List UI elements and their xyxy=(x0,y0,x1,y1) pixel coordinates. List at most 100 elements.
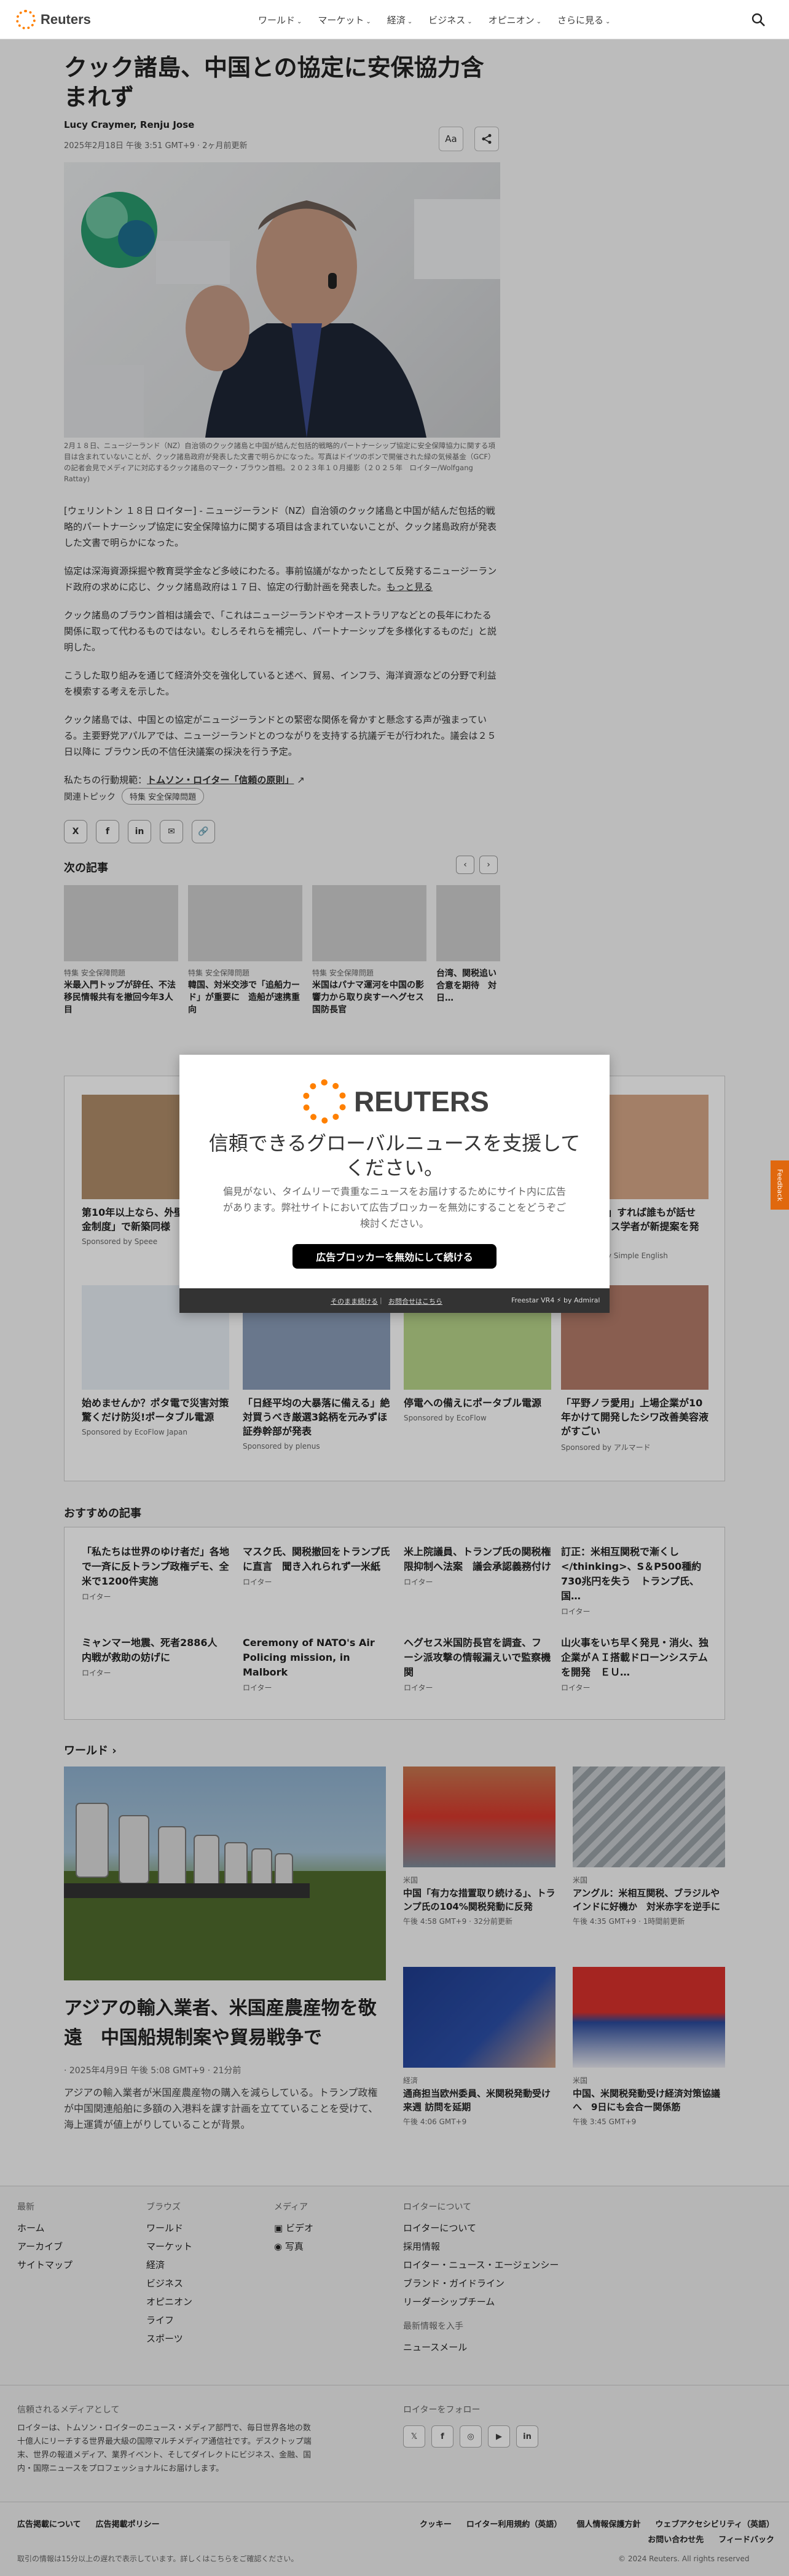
world-lead-title[interactable]: アジアの輸入業者、米国産農産物を敬遠 中国船規制案や貿易戦争で xyxy=(64,1994,386,2053)
recommended-list: 「私たちは世界のゆけ者だ」各地で一斉に反トランプ政権デモ、全米で1200件実施ロ… xyxy=(64,1527,725,1720)
chevron-right-icon: › xyxy=(112,1744,117,1757)
x-share-icon[interactable]: X xyxy=(64,820,87,843)
share-icon xyxy=(482,134,492,144)
next-card[interactable]: 台湾、関税追い合意を期待 対日… xyxy=(436,885,500,1004)
feedback-tab[interactable]: Feedback xyxy=(771,1160,789,1210)
prev-arrow-icon[interactable]: ‹ xyxy=(456,856,474,874)
social-icons: 𝕏 f ◎ ▶ in xyxy=(403,2425,538,2448)
email-share-icon[interactable]: ✉ xyxy=(160,820,183,843)
world-card[interactable]: 米国 中国、米関税発動受け経済対策協議へ 9日にも会合ー関係筋 午後 3:45 GM… xyxy=(573,1967,725,2127)
trusted-heading: 信頼されるメディアとして xyxy=(17,2405,120,2415)
recommended-item[interactable]: 訂正：米相互関税で漸くし</thinking>、S＆P500種約730兆円を失う… xyxy=(561,1545,709,1617)
related-topics: 関連トピック 特集 安全保障問題 xyxy=(64,788,205,805)
footer-ad-links: 広告掲載について 広告掲載ポリシー xyxy=(17,2520,160,2529)
chevron-down-icon: ⌄ xyxy=(297,18,302,25)
next-arrow-icon[interactable]: › xyxy=(479,856,498,874)
copyright: © 2024 Reuters. All rights reserved xyxy=(618,2554,750,2563)
reuters-logo-icon xyxy=(302,1079,347,1124)
world-lead-summary: アジアの輸入業者が米国産農産物の購入を減らしている。トランプ政権が中国関連船舶に… xyxy=(64,2087,379,2130)
hero-photo xyxy=(64,162,500,438)
planter-illustration xyxy=(64,1803,386,1980)
more-link[interactable]: もっと見る xyxy=(387,581,433,593)
footer-legal-links: クッキー ロイター利用規約（英語） 個人情報保護方針 ウェブアクセシビリティ（英… xyxy=(419,2520,774,2545)
footer-browse: ブラウズ ワールド マーケット 経済 ビジネス オピニオン ライフ スポーツ xyxy=(146,2202,193,2344)
reuters-logo[interactable]: Reuters xyxy=(16,10,91,30)
chevron-down-icon: ⌄ xyxy=(407,18,413,25)
recommended-item[interactable]: ミャンマー地震、死者2886人 内戦が救助の妨げに ロイター xyxy=(82,1636,229,1678)
next-card[interactable]: 特集 安全保障問題 米最入門トップが辞任、不法移民情報共有を撤回今年3人目 xyxy=(64,885,178,1016)
paragraph: [ウェリントン １８日 ロイター] - ニュージーランド（NZ）自治領のクック諸… xyxy=(64,505,497,548)
paragraph: 協定は深海資源採掘や教育奨学金など多岐にわたる。事前協議がなかったとして反発する… xyxy=(64,565,497,593)
copy-link-icon[interactable]: 🔗 xyxy=(192,820,215,843)
follow-heading: ロイターをフォロー xyxy=(403,2405,481,2415)
menu-opinion[interactable]: オピニオン ⌄ xyxy=(489,14,541,26)
linkedin-share-icon[interactable]: in xyxy=(128,820,151,843)
recommended-title: おすすめの記事 xyxy=(64,1507,141,1520)
font-size-button[interactable]: Aa xyxy=(439,127,463,151)
external-link-icon: ↗ xyxy=(297,774,305,786)
youtube-icon[interactable]: ▶ xyxy=(488,2425,510,2448)
adblock-modal: REUTERS 信頼できるグローバルニュースを支援してください。 偏見がない、タ… xyxy=(179,1055,610,1313)
reuters-logo-icon xyxy=(16,10,36,30)
topic-pill[interactable]: 特集 安全保障問題 xyxy=(122,788,205,805)
footer-media: メディア ▣ ビデオ ◉ 写真 xyxy=(274,2202,313,2252)
linkedin-icon[interactable]: in xyxy=(516,2425,538,2448)
principles-line: 私たちの行動規範：トムソン・ロイター「信頼の原則」 ↗ xyxy=(64,774,305,786)
world-lead-image[interactable] xyxy=(64,1767,386,1980)
recommended-item[interactable]: マスク氏、関税撤回をトランプ氏に直言 聞き入れられず一米紙 ロイター xyxy=(243,1545,390,1587)
world-card[interactable]: 米国 アングル：米相互関税、ブラジルやインドに好機か 対米赤字を逆手に 午後 4:3… xyxy=(573,1767,725,1926)
share-buttons: X f in ✉ 🔗 xyxy=(64,820,215,843)
menu-more[interactable]: さらに見る ⌄ xyxy=(557,14,610,26)
facebook-icon[interactable]: f xyxy=(431,2425,453,2448)
article-date: 2025年2月18日 午後 3:51 GMT+9 · 2ヶ月前更新 xyxy=(64,141,248,151)
recommended-item[interactable]: Ceremony of NATO's Air Policing mission,… xyxy=(243,1636,390,1693)
article-body: [ウェリントン １８日 ロイター] - ニュージーランド（NZ）自治領のクック諸… xyxy=(64,503,500,800)
world-card[interactable]: 経済 通商担当欧州委員、米関税発動受け来週 訪問を延期 午後 4:06 GMT+9 xyxy=(403,1967,555,2127)
modal-message: 偏見がない、タイムリーで貴重なニュースをお届けするためにサイト内に広告があります… xyxy=(222,1186,567,1229)
modal-footer: そのまま続ける | お問合せはこちら Freestar VR4 ⚡ by Adm… xyxy=(179,1288,610,1313)
paragraph: クック諸島のブラウン首相は議会で、「これはニュージーランドやオーストラリアなどと… xyxy=(64,610,497,653)
menu-economy[interactable]: 経済 ⌄ xyxy=(387,14,412,26)
chevron-down-icon: ⌄ xyxy=(605,18,611,25)
next-card[interactable]: 特集 安全保障問題 米国はパナマ運河を中国の影響力から取り戻すーヘグセス国防長官 xyxy=(312,885,426,1016)
footer-about: ロイターについて ロイターについて 採用情報 ロイター・ニュース・エージェンシー… xyxy=(403,2202,559,2353)
share-button[interactable] xyxy=(474,127,499,151)
modal-heading: 信頼できるグローバルニュースを支援してください。 xyxy=(208,1132,581,1180)
disable-adblock-button[interactable]: 広告ブロッカーを無効にして続ける xyxy=(292,1244,497,1269)
modal-reuters-logo: REUTERS xyxy=(302,1079,489,1124)
next-card[interactable]: 特集 安全保障問題 韓国、対米交渉で「追船力ード」が重要に 造船が速携重向 xyxy=(188,885,302,1016)
admiral-credit: Freestar VR4 ⚡ by Admiral xyxy=(511,1296,600,1304)
chevron-down-icon: ⌄ xyxy=(467,18,473,25)
trusted-text: ロイターは、トムソン・ロイターのニュース・メディア部門で、毎日世界各地の数十億人… xyxy=(17,2424,312,2473)
menu-world[interactable]: ワールド ⌄ xyxy=(258,14,302,26)
article-authors[interactable]: Lucy Craymer, Renju Jose xyxy=(64,119,194,130)
recommended-item[interactable]: 米上院議員、トランプ氏の関税権限抑制へ法案 議会承認義務付け ロイター xyxy=(404,1545,551,1587)
chevron-down-icon: ⌄ xyxy=(536,18,542,25)
next-articles-title: 次の記事 xyxy=(64,862,108,875)
facebook-share-icon[interactable]: f xyxy=(96,820,119,843)
menu-business[interactable]: ビジネス ⌄ xyxy=(428,14,472,26)
paragraph: こうした取り組みを通じて経済外交を強化していると述べ、貿易、インフラ、海洋資源な… xyxy=(64,670,497,697)
world-card[interactable]: 米国 中国「有力な措置取り続ける」、トランプ氏の104%関税発動に反発 午後 4:5… xyxy=(403,1767,555,1926)
top-navigation: Reuters ワールド ⌄ マーケット ⌄ 経済 ⌄ ビジネス ⌄ オピニオン ⌄ さら… xyxy=(0,0,789,39)
video-icon: ▣ xyxy=(274,2223,283,2234)
recommended-item[interactable]: ヘグセス米国防長官を調査、フーシ派攻撃の情報漏えいで監察機関 ロイター xyxy=(404,1636,551,1693)
contact-link[interactable]: お問合せはこちら xyxy=(388,1296,442,1306)
world-lead-date: · 2025年4月9日 午後 5:08 GMT+9 · 21分前 xyxy=(64,2066,241,2076)
instagram-icon[interactable]: ◎ xyxy=(460,2425,482,2448)
paragraph: クック諸島では、中国との協定がニュージーランドとの緊密な関係を脅かすと懸念する声… xyxy=(64,714,497,757)
search-icon[interactable] xyxy=(751,12,766,27)
chevron-down-icon: ⌄ xyxy=(366,18,371,25)
market-data-notice: 取引の情報は15分以上の遅れで表示しています。詳しくはこちらをご確認ください。 xyxy=(17,2554,299,2563)
recommended-item[interactable]: 山火事をいち早く発見・消火、独企業がＡＩ搭載ドローンシステムを開発 ＥＵ… ロイタ… xyxy=(561,1636,709,1693)
footer-latest: 最新 ホーム アーカイブ サイトマップ xyxy=(17,2202,73,2271)
principles-link[interactable]: トムソン・ロイター「信頼の原則」 xyxy=(147,774,294,786)
camera-icon: ◉ xyxy=(274,2241,283,2252)
main-menu: ワールド ⌄ マーケット ⌄ 経済 ⌄ ビジネス ⌄ オピニオン ⌄ さらに見る ⌄ xyxy=(258,14,610,26)
photo-illustration xyxy=(64,192,500,438)
recommended-item[interactable]: 「私たちは世界のゆけ者だ」各地で一斉に反トランプ政権デモ、全米で1200件実施ロ… xyxy=(82,1545,229,1602)
x-icon[interactable]: 𝕏 xyxy=(403,2425,425,2448)
world-section-title[interactable]: ワールド › xyxy=(64,1742,117,1758)
continue-link[interactable]: そのまま続ける xyxy=(331,1296,378,1306)
menu-markets[interactable]: マーケット ⌄ xyxy=(318,14,371,26)
